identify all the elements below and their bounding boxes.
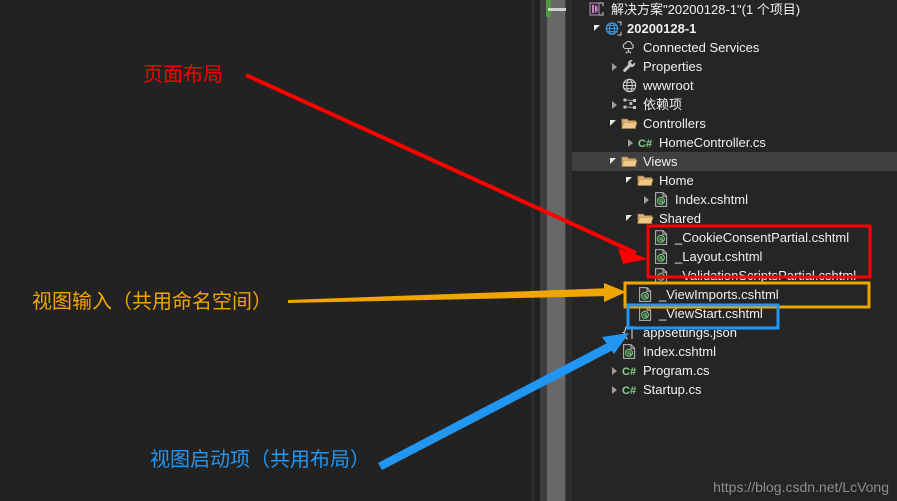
solution-explorer-tree[interactable]: 解决方案"20200128-1"(1 个项目) 20200128-1 Connect… <box>572 0 897 501</box>
visual-studio-solution-icon <box>589 1 606 18</box>
wrench-properties-icon <box>621 58 638 75</box>
tree-row-label: Home <box>659 173 694 188</box>
tree-row-label: Index.cshtml <box>675 192 748 207</box>
tree-row[interactable]: _ViewStart.cshtml <box>572 304 897 323</box>
chevron-down-icon[interactable] <box>608 114 621 133</box>
tree-expander-placeholder <box>608 323 621 342</box>
folder-icon <box>621 115 638 132</box>
tree-row[interactable]: Views <box>572 152 897 171</box>
cshtml-file-icon <box>653 267 670 284</box>
scrollbar-thumb[interactable] <box>547 0 565 501</box>
tree-row-label: _ValidationScriptsPartial.cshtml <box>675 268 857 283</box>
tree-row[interactable]: _Layout.cshtml <box>572 247 897 266</box>
tree-row[interactable]: _ViewImports.cshtml <box>572 285 897 304</box>
chevron-right-icon[interactable] <box>608 57 621 76</box>
tree-expander-placeholder <box>608 342 621 361</box>
chevron-down-icon[interactable] <box>592 19 605 38</box>
globe-wwwroot-icon <box>621 77 638 94</box>
cshtml-file-icon <box>621 343 638 360</box>
tree-row-label: 解决方案"20200128-1"(1 个项目) <box>611 2 801 17</box>
tree-expander-placeholder <box>576 0 589 19</box>
cshtml-file-icon <box>637 305 654 322</box>
tree-row[interactable]: Index.cshtml <box>572 342 897 361</box>
tree-expander-placeholder <box>640 247 653 266</box>
web-project-globe-icon <box>605 20 622 37</box>
dependencies-icon <box>621 96 638 113</box>
svg-text:C#: C# <box>622 366 636 378</box>
tree-row-label: wwwroot <box>643 78 694 93</box>
annotation-label-layout: 页面布局 <box>143 62 223 86</box>
tree-row-label: _ViewImports.cshtml <box>659 287 779 302</box>
folder-icon <box>637 172 654 189</box>
tree-row[interactable]: Properties <box>572 57 897 76</box>
tree-row[interactable]: Controllers <box>572 114 897 133</box>
tree-row-label: _ViewStart.cshtml <box>659 306 763 321</box>
tree-row[interactable]: appsettings.json <box>572 323 897 342</box>
annotation-label-view-start: 视图启动项（共用布局） <box>150 447 370 471</box>
tree-row-label: Views <box>643 154 678 169</box>
folder-icon <box>637 210 654 227</box>
tree-expander-placeholder <box>624 304 637 323</box>
tree-row[interactable]: Home <box>572 171 897 190</box>
cshtml-file-icon <box>637 286 654 303</box>
tree-row-label: Program.cs <box>643 363 710 378</box>
tree-row-label: 依赖项 <box>643 97 683 112</box>
tree-row[interactable]: C# HomeController.cs <box>572 133 897 152</box>
annotation-canvas <box>0 0 540 501</box>
csharp-file-icon: C# <box>621 381 638 398</box>
tree-expander-placeholder <box>640 266 653 285</box>
tree-row[interactable]: _ValidationScriptsPartial.cshtml <box>572 266 897 285</box>
watermark-url: https://blog.csdn.net/LcVong <box>713 479 889 495</box>
csharp-file-icon: C# <box>637 134 654 151</box>
chevron-right-icon[interactable] <box>608 361 621 380</box>
json-file-icon <box>621 324 638 341</box>
tree-expander-placeholder <box>608 76 621 95</box>
tree-row-label: 20200128-1 <box>627 21 697 36</box>
chevron-down-icon[interactable] <box>624 209 637 228</box>
editor-edge-guide <box>531 0 534 501</box>
tree-row-label: _CookieConsentPartial.cshtml <box>675 230 850 245</box>
tree-row-label: _Layout.cshtml <box>675 249 763 264</box>
connected-services-cloud-icon <box>621 39 638 56</box>
chevron-down-icon[interactable] <box>608 152 621 171</box>
chevron-right-icon[interactable] <box>608 95 621 114</box>
tree-row-label: Properties <box>643 59 703 74</box>
tree-expander-placeholder <box>624 285 637 304</box>
tree-row[interactable]: wwwroot <box>572 76 897 95</box>
tree-row-label: Startup.cs <box>643 382 702 397</box>
cshtml-file-icon <box>653 191 670 208</box>
chevron-right-icon[interactable] <box>608 380 621 399</box>
cshtml-file-icon <box>653 248 670 265</box>
tree-row-label: Shared <box>659 211 701 226</box>
tree-row[interactable]: C# Program.cs <box>572 361 897 380</box>
chevron-right-icon[interactable] <box>640 190 653 209</box>
tree-expander-placeholder <box>608 38 621 57</box>
svg-text:C#: C# <box>638 138 652 150</box>
tree-expander-placeholder <box>640 228 653 247</box>
tree-row[interactable]: _CookieConsentPartial.cshtml <box>572 228 897 247</box>
tree-row[interactable]: C# Startup.cs <box>572 380 897 399</box>
tree-row-label: Connected Services <box>643 40 760 55</box>
tree-row[interactable]: Shared <box>572 209 897 228</box>
tree-row-label: Index.cshtml <box>643 344 716 359</box>
tree-row-label: HomeController.cs <box>659 135 766 150</box>
tree-row[interactable]: 20200128-1 <box>572 19 897 38</box>
tree-row[interactable]: 解决方案"20200128-1"(1 个项目) <box>572 0 897 19</box>
csharp-file-icon: C# <box>621 362 638 379</box>
chevron-down-icon[interactable] <box>624 171 637 190</box>
annotation-label-view-imports: 视图输入（共用命名空间） <box>32 289 272 313</box>
tree-row[interactable]: Connected Services <box>572 38 897 57</box>
cshtml-file-icon <box>653 229 670 246</box>
tree-row[interactable]: 依赖项 <box>572 95 897 114</box>
tree-row-label: appsettings.json <box>643 325 737 340</box>
tree-row[interactable]: Index.cshtml <box>572 190 897 209</box>
chevron-right-icon[interactable] <box>624 133 637 152</box>
folder-icon <box>621 153 638 170</box>
svg-text:C#: C# <box>622 385 636 397</box>
tree-row-label: Controllers <box>643 116 706 131</box>
